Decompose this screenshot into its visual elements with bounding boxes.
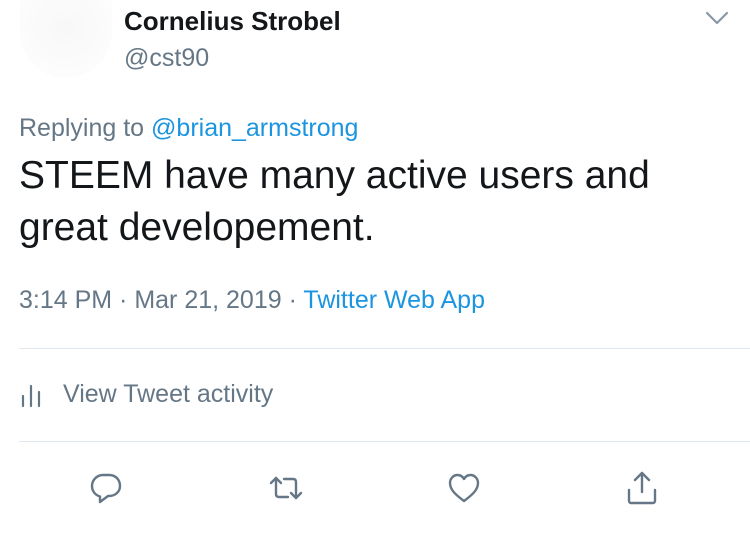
- tweet-text-line: STEEM have many active users and: [19, 154, 650, 197]
- retweet-button[interactable]: [268, 470, 304, 506]
- display-name[interactable]: Cornelius Strobel: [124, 6, 341, 37]
- tweet-date[interactable]: Mar 21, 2019: [134, 286, 281, 314]
- share-icon: [624, 470, 660, 506]
- reply-button[interactable]: [88, 470, 124, 506]
- like-button[interactable]: [446, 470, 482, 506]
- tweet-time[interactable]: 3:14 PM: [19, 286, 112, 314]
- divider: [19, 348, 750, 349]
- user-handle[interactable]: @cst90: [124, 44, 209, 73]
- reply-bubble-icon: [88, 470, 124, 506]
- meta-separator: ·: [281, 286, 304, 314]
- share-button[interactable]: [624, 470, 660, 506]
- meta-separator: ·: [112, 286, 135, 314]
- divider: [19, 441, 750, 442]
- tweet-text-line: great developement.: [19, 206, 375, 249]
- heart-icon: [446, 470, 482, 506]
- mention-link[interactable]: @brian_armstrong: [151, 114, 358, 142]
- avatar[interactable]: [20, 0, 112, 78]
- retweet-icon: [268, 470, 304, 506]
- replying-to: Replying to @brian_armstrong: [19, 114, 358, 143]
- view-tweet-activity-link[interactable]: View Tweet activity: [19, 380, 273, 409]
- replying-to-label: Replying to: [19, 114, 152, 142]
- chevron-down-icon[interactable]: [704, 8, 730, 28]
- tweet-source-link[interactable]: Twitter Web App: [303, 286, 485, 314]
- bar-chart-icon: [19, 382, 45, 408]
- tweet-text: STEEM have many active users and great d…: [19, 150, 719, 254]
- view-tweet-activity-label: View Tweet activity: [63, 380, 274, 408]
- tweet-meta: 3:14 PM · Mar 21, 2019 · Twitter Web App: [19, 286, 485, 315]
